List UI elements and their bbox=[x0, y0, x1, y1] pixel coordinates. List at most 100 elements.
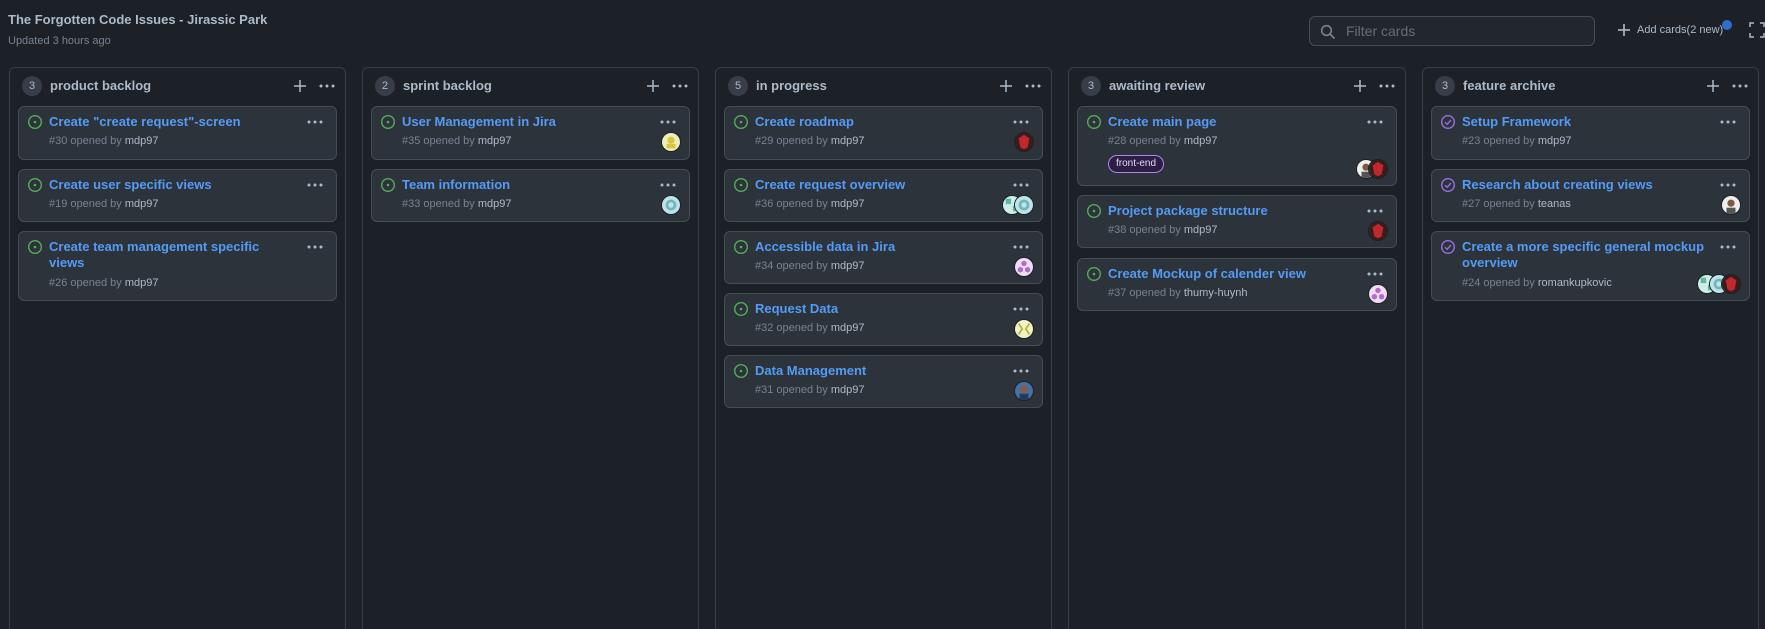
filter-cards-field[interactable] bbox=[1309, 16, 1595, 46]
issue-title-link[interactable]: Research about creating views bbox=[1462, 177, 1653, 193]
issue-author[interactable]: mdp97 bbox=[831, 260, 865, 272]
issue-author[interactable]: mdp97 bbox=[1184, 224, 1218, 236]
avatar[interactable] bbox=[661, 132, 681, 152]
issue-title-link[interactable]: Create request overview bbox=[755, 177, 905, 193]
avatar[interactable] bbox=[661, 195, 681, 215]
issue-author[interactable]: mdp97 bbox=[478, 198, 512, 210]
column-add-icon[interactable] bbox=[1352, 78, 1368, 94]
issue-card[interactable]: Create main page #28 opened by mdp97 fro… bbox=[1077, 106, 1397, 186]
issue-card[interactable]: Create Mockup of calender view #37 opene… bbox=[1077, 258, 1397, 311]
card-menu-icon[interactable] bbox=[1012, 302, 1030, 316]
avatar[interactable] bbox=[1014, 319, 1034, 339]
column-menu-icon[interactable] bbox=[1731, 78, 1749, 94]
issue-card[interactable]: Accessible data in Jira #34 opened by md… bbox=[724, 231, 1043, 284]
issue-title-link[interactable]: Project package structure bbox=[1108, 203, 1268, 219]
card-menu-icon[interactable] bbox=[659, 115, 677, 129]
issue-title-link[interactable]: Create team management specific views bbox=[49, 239, 279, 271]
card-menu-icon[interactable] bbox=[1366, 115, 1384, 129]
open-issue-icon bbox=[733, 114, 749, 130]
issue-card[interactable]: Team information #33 opened by mdp97 bbox=[371, 169, 690, 222]
issue-opened-by-text: opened by bbox=[776, 198, 828, 210]
column-card-count: 2 bbox=[375, 76, 395, 96]
issue-title-link[interactable]: Create main page bbox=[1108, 114, 1216, 130]
open-issue-icon bbox=[733, 239, 749, 255]
fullscreen-icon[interactable] bbox=[1749, 22, 1765, 38]
issue-title-link[interactable]: Create roadmap bbox=[755, 114, 854, 130]
issue-card[interactable]: Create a more specific general mockup ov… bbox=[1431, 231, 1750, 301]
issue-title-link[interactable]: Request Data bbox=[755, 301, 838, 317]
issue-author[interactable]: mdp97 bbox=[478, 135, 512, 147]
card-menu-icon[interactable] bbox=[1012, 364, 1030, 378]
issue-author[interactable]: mdp97 bbox=[1538, 135, 1572, 147]
column-add-icon[interactable] bbox=[998, 78, 1014, 94]
avatar[interactable] bbox=[1721, 274, 1741, 294]
card-menu-icon[interactable] bbox=[1366, 204, 1384, 218]
issue-title-link[interactable]: Data Management bbox=[755, 363, 866, 379]
issue-card[interactable]: Create "create request"-screen #30 opene… bbox=[18, 106, 337, 160]
card-menu-icon[interactable] bbox=[306, 115, 324, 129]
issue-card[interactable]: Project package structure #38 opened by … bbox=[1077, 195, 1397, 248]
issue-card[interactable]: Create roadmap #29 opened by mdp97 bbox=[724, 106, 1043, 160]
issue-author[interactable]: mdp97 bbox=[831, 135, 865, 147]
board-header: The Forgotten Code Issues - Jirassic Par… bbox=[0, 0, 1765, 64]
issue-card[interactable]: Data Management #31 opened by mdp97 bbox=[724, 355, 1043, 408]
issue-card[interactable]: Setup Framework #23 opened by mdp97 bbox=[1431, 106, 1750, 160]
avatar[interactable] bbox=[1368, 284, 1388, 304]
issue-title-link[interactable]: Create a more specific general mockup ov… bbox=[1462, 239, 1722, 271]
card-menu-icon[interactable] bbox=[306, 178, 324, 192]
column-menu-icon[interactable] bbox=[318, 78, 336, 94]
issue-author[interactable]: mdp97 bbox=[125, 198, 159, 210]
avatar[interactable] bbox=[1368, 221, 1388, 241]
card-menu-icon[interactable] bbox=[1719, 178, 1737, 192]
issue-title-link[interactable]: User Management in Jira bbox=[402, 114, 556, 130]
project-title: The Forgotten Code Issues - Jirassic Par… bbox=[8, 12, 268, 27]
issue-author[interactable]: thumy-huynh bbox=[1184, 287, 1248, 299]
issue-card[interactable]: Research about creating views #27 opened… bbox=[1431, 169, 1750, 222]
issue-title-link[interactable]: Team information bbox=[402, 177, 510, 193]
issue-title-link[interactable]: Accessible data in Jira bbox=[755, 239, 895, 255]
column-menu-icon[interactable] bbox=[1378, 78, 1396, 94]
issue-title-link[interactable]: Create Mockup of calender view bbox=[1108, 266, 1306, 282]
column-title: feature archive bbox=[1463, 78, 1556, 93]
open-issue-icon bbox=[380, 114, 396, 130]
issue-number: #28 bbox=[1108, 135, 1127, 147]
issue-card[interactable]: Request Data #32 opened by mdp97 bbox=[724, 293, 1043, 346]
issue-author[interactable]: mdp97 bbox=[125, 135, 159, 147]
issue-card[interactable]: Create user specific views #19 opened by… bbox=[18, 169, 337, 222]
issue-author[interactable]: teanas bbox=[1538, 198, 1571, 210]
issue-title-link[interactable]: Create user specific views bbox=[49, 177, 212, 193]
avatar[interactable] bbox=[1014, 195, 1034, 215]
issue-author[interactable]: mdp97 bbox=[1184, 135, 1218, 147]
issue-card[interactable]: Create team management specific views #2… bbox=[18, 231, 337, 301]
filter-cards-input[interactable] bbox=[1346, 23, 1586, 39]
column-add-icon[interactable] bbox=[292, 78, 308, 94]
card-menu-icon[interactable] bbox=[1719, 115, 1737, 129]
avatar[interactable] bbox=[1721, 195, 1741, 215]
issue-author[interactable]: mdp97 bbox=[831, 322, 865, 334]
card-menu-icon[interactable] bbox=[1719, 240, 1737, 254]
card-menu-icon[interactable] bbox=[1012, 178, 1030, 192]
avatar[interactable] bbox=[1014, 257, 1034, 277]
issue-title-link[interactable]: Setup Framework bbox=[1462, 114, 1571, 130]
issue-author[interactable]: mdp97 bbox=[831, 198, 865, 210]
card-menu-icon[interactable] bbox=[1012, 240, 1030, 254]
column-add-icon[interactable] bbox=[1705, 78, 1721, 94]
issue-card[interactable]: User Management in Jira #35 opened by md… bbox=[371, 106, 690, 160]
card-menu-icon[interactable] bbox=[659, 178, 677, 192]
avatar[interactable] bbox=[1368, 159, 1388, 179]
add-cards-button[interactable]: Add cards(2 new) bbox=[1617, 20, 1732, 40]
card-menu-icon[interactable] bbox=[306, 240, 324, 254]
card-menu-icon[interactable] bbox=[1012, 115, 1030, 129]
card-menu-icon[interactable] bbox=[1366, 267, 1384, 281]
column-menu-icon[interactable] bbox=[1024, 78, 1042, 94]
column-menu-icon[interactable] bbox=[671, 78, 689, 94]
avatar[interactable] bbox=[1014, 132, 1034, 152]
issue-author[interactable]: mdp97 bbox=[125, 277, 159, 289]
issue-label[interactable]: front-end bbox=[1108, 155, 1165, 173]
column-add-icon[interactable] bbox=[645, 78, 661, 94]
issue-author[interactable]: romankupkovic bbox=[1538, 277, 1612, 289]
issue-author[interactable]: mdp97 bbox=[831, 384, 865, 396]
issue-card[interactable]: Create request overview #36 opened by md… bbox=[724, 169, 1043, 222]
issue-title-link[interactable]: Create "create request"-screen bbox=[49, 114, 241, 130]
avatar[interactable] bbox=[1014, 381, 1034, 401]
